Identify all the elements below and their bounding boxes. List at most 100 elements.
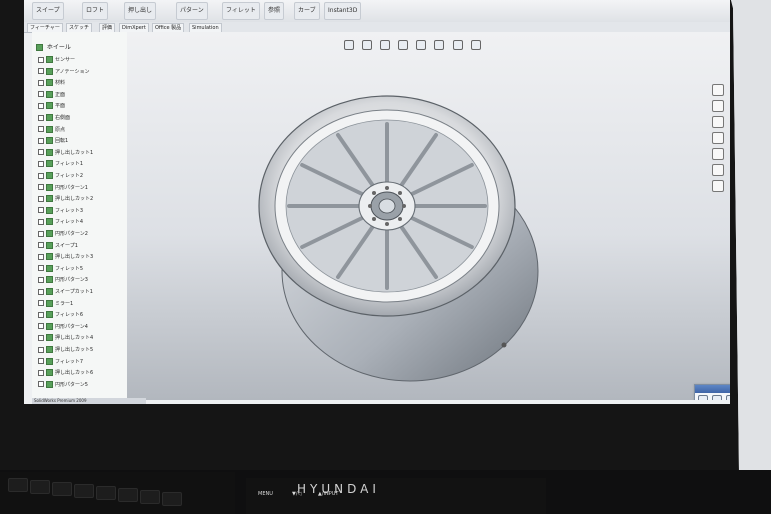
feature-tree-item[interactable]: 右側面 xyxy=(38,114,70,121)
expand-icon[interactable] xyxy=(38,288,44,295)
section-view-icon[interactable] xyxy=(398,40,409,50)
expand-icon[interactable] xyxy=(38,160,44,167)
feature-tree-item[interactable]: センサー xyxy=(38,56,75,63)
home-icon[interactable] xyxy=(712,84,724,96)
expand-icon[interactable] xyxy=(38,149,44,156)
expand-icon[interactable] xyxy=(38,276,44,283)
tab-0[interactable]: フィーチャー xyxy=(27,23,63,32)
feature-tree-item[interactable]: フィレット5 xyxy=(38,264,83,272)
feature-tree-item[interactable]: フィレット4 xyxy=(38,218,83,226)
feature-tree-item[interactable]: フィレット2 xyxy=(38,172,83,179)
expand-icon[interactable] xyxy=(38,381,44,388)
ribbon-button-6[interactable]: カーブ xyxy=(294,2,320,20)
update-view-icon[interactable] xyxy=(712,395,722,400)
feature-icon xyxy=(46,160,53,168)
feature-tree-item[interactable]: 平面 xyxy=(38,102,65,110)
view-orientation-icon[interactable] xyxy=(416,40,427,50)
tab-5[interactable]: Simulation xyxy=(189,23,222,32)
feature-tree-item[interactable]: 押し出しカット1 xyxy=(38,148,93,156)
feature-tree-item[interactable]: フィレット7 xyxy=(38,357,83,365)
expand-icon[interactable] xyxy=(38,102,44,109)
feature-tree-item[interactable]: 円形パターン4 xyxy=(38,322,88,330)
expand-icon[interactable] xyxy=(38,218,44,225)
feature-tree-item[interactable]: 回転1 xyxy=(38,137,68,145)
feature-tree-item[interactable]: 原点 xyxy=(38,125,65,133)
ribbon-button-0[interactable]: スイープ xyxy=(32,2,64,20)
ribbon-button-5[interactable]: 参照 xyxy=(264,2,285,20)
expand-icon[interactable] xyxy=(38,323,44,330)
expand-icon[interactable] xyxy=(38,207,44,214)
ribbon-button-2[interactable]: 押し出し xyxy=(124,2,157,20)
expand-icon[interactable] xyxy=(38,68,44,75)
expand-icon[interactable] xyxy=(38,126,44,133)
feature-tree-item[interactable]: 押し出しカット3 xyxy=(38,253,93,261)
feature-tree-item[interactable]: 正面 xyxy=(38,90,65,98)
expand-icon[interactable] xyxy=(38,172,44,179)
file-explorer-icon[interactable] xyxy=(712,116,724,128)
new-view-icon[interactable] xyxy=(698,395,708,400)
feature-tree-item[interactable]: フィレット1 xyxy=(38,160,83,168)
ribbon-button-4[interactable]: フィレット xyxy=(222,2,260,20)
feature-tree-item[interactable]: 押し出しカット4 xyxy=(38,334,93,342)
expand-icon[interactable] xyxy=(38,184,44,191)
feature-tree-item[interactable]: スイープ1 xyxy=(38,241,78,249)
custom-properties-icon[interactable] xyxy=(712,148,724,160)
feature-tree-item[interactable]: 押し出しカット6 xyxy=(38,369,93,377)
wheel-3d-model[interactable] xyxy=(242,66,562,386)
expand-icon[interactable] xyxy=(38,230,44,237)
expand-icon[interactable] xyxy=(38,195,44,202)
expand-icon[interactable] xyxy=(38,311,44,318)
search-icon[interactable] xyxy=(712,164,724,176)
feature-tree-item[interactable]: フィレット6 xyxy=(38,311,83,319)
tab-4[interactable]: Office 製品 xyxy=(152,23,185,32)
feature-tree-item[interactable]: ミラー1 xyxy=(38,299,73,307)
tab-3[interactable]: DimXpert xyxy=(119,23,149,32)
tab-2[interactable]: 評価 xyxy=(99,23,116,32)
feature-tree-item[interactable]: 押し出しカット5 xyxy=(38,346,93,353)
palette-icon[interactable] xyxy=(712,180,724,192)
feature-icon xyxy=(46,125,53,133)
feature-tree-item[interactable]: 円形パターン2 xyxy=(38,230,88,237)
expand-icon[interactable] xyxy=(38,79,44,86)
expand-icon[interactable] xyxy=(38,114,44,121)
feature-tree-item[interactable]: 円形パターン3 xyxy=(38,276,88,284)
feature-tree-item[interactable]: スイープカット1 xyxy=(38,288,93,295)
expand-icon[interactable] xyxy=(38,265,44,272)
ribbon-button-1[interactable]: ロフト xyxy=(82,2,109,20)
feature-tree-item[interactable]: 材料 xyxy=(38,79,65,87)
feature-tree-item[interactable]: アノテーション xyxy=(38,67,89,75)
expand-icon[interactable] xyxy=(38,253,44,260)
expand-icon[interactable] xyxy=(38,358,44,365)
expand-icon[interactable] xyxy=(38,346,44,353)
tab-1[interactable]: スケッチ xyxy=(66,23,93,32)
appearance-icon[interactable] xyxy=(470,40,481,50)
expand-icon[interactable] xyxy=(38,56,44,63)
key-5 xyxy=(96,486,116,500)
feature-tree-item[interactable]: 円形パターン5 xyxy=(38,380,88,388)
previous-view-icon[interactable] xyxy=(380,40,391,50)
feature-icon xyxy=(46,137,53,145)
zoom-area-icon[interactable] xyxy=(362,40,373,50)
expand-icon[interactable] xyxy=(38,137,44,144)
expand-icon[interactable] xyxy=(38,334,44,341)
feature-tree-item[interactable]: 押し出しカット2 xyxy=(38,195,93,203)
feature-tree-item[interactable]: フィレット3 xyxy=(38,206,83,214)
expand-icon[interactable] xyxy=(38,242,44,249)
reset-view-icon[interactable] xyxy=(726,395,730,400)
feature-tree-panel: ホイール センサー アノテーション 材料 正面 平面 右側面 原点 回転1 押し出しカット1 フィ… xyxy=(32,32,128,400)
zoom-icon[interactable] xyxy=(344,40,354,50)
ribbon-button-7[interactable]: Instant3D xyxy=(324,2,362,20)
expand-icon[interactable] xyxy=(38,369,44,376)
expand-icon[interactable] xyxy=(38,300,44,307)
appearance-icon[interactable] xyxy=(712,132,724,144)
graphics-viewport[interactable]: 方向 *上面*下面*正面*背面*左側面*右側面*等角投影*不等角投影 xyxy=(127,32,730,400)
feature-icon xyxy=(46,148,53,156)
design-library-icon[interactable] xyxy=(712,100,724,112)
hide-show-icon[interactable] xyxy=(452,40,463,50)
expand-icon[interactable] xyxy=(38,91,44,98)
feature-tree-label: 右側面 xyxy=(55,115,71,121)
feature-tree-item[interactable]: 円形パターン1 xyxy=(38,183,88,191)
screenshot-photo: スイープ ロフト 押し出し パターン フィレット 参照 カーブ Instant3… xyxy=(0,0,771,514)
ribbon-button-3[interactable]: パターン xyxy=(176,2,208,20)
display-style-icon[interactable] xyxy=(434,40,445,50)
